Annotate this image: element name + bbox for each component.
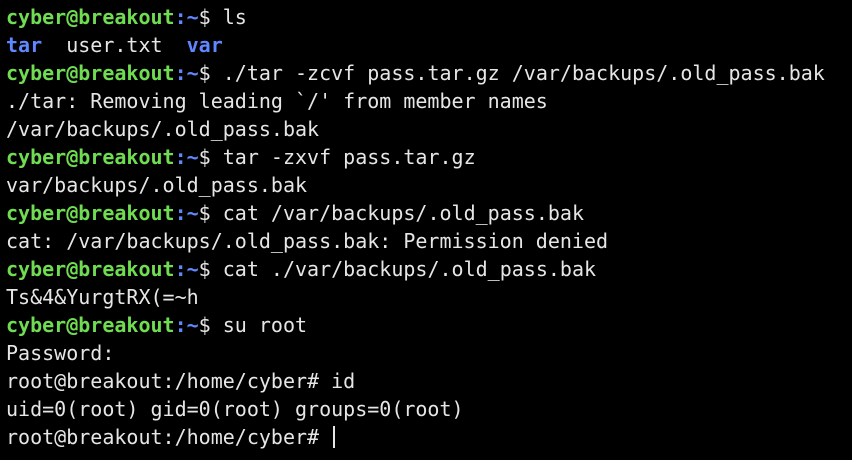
command-text: ls (222, 5, 247, 29)
ls-output-line: tar user.txt var (6, 31, 852, 59)
output-text: cat: /var/backups/.old_pass.bak: Permiss… (6, 229, 609, 253)
output-text: root@breakout:/home/cyber# id (6, 369, 356, 393)
output-text: root@breakout:/home/cyber# (6, 425, 332, 449)
prompt-user-host: cyber@breakout (6, 145, 175, 169)
output-text: Password: (6, 341, 115, 365)
prompt-symbol: $ (198, 257, 223, 281)
prompt-user-host: cyber@breakout (6, 5, 175, 29)
prompt-symbol: $ (198, 313, 223, 337)
command-text: su root (222, 313, 308, 337)
prompt-separator: : (174, 5, 187, 29)
output-line: uid=0(root) gid=0(root) groups=0(root) (6, 395, 852, 423)
prompt-separator: : (174, 201, 187, 225)
prompt-path: ~ (186, 61, 199, 85)
output-text: ./tar: Removing leading `/' from member … (6, 89, 548, 113)
output-line: Ts&4&YurgtRX(=~h (6, 283, 852, 311)
directory-entry: var (186, 33, 223, 57)
prompt-separator: : (174, 257, 187, 281)
terminal-window[interactable]: cyber@breakout:~$ ls tar user.txt var cybe… (0, 0, 852, 460)
output-line: ./tar: Removing leading `/' from member … (6, 87, 852, 115)
command-text: tar -zxvf pass.tar.gz (222, 145, 476, 169)
output-text: /var/backups/.old_pass.bak (6, 117, 320, 141)
prompt-path: ~ (186, 145, 199, 169)
prompt-separator: : (174, 313, 187, 337)
command-text: ./tar -zcvf pass.tar.gz /var/backups/.ol… (222, 61, 825, 85)
output-line: Password: (6, 339, 852, 367)
output-text: Ts&4&YurgtRX(=~h (6, 285, 199, 309)
prompt-user-host: cyber@breakout (6, 201, 175, 225)
prompt-user-host: cyber@breakout (6, 313, 175, 337)
prompt-path: ~ (186, 257, 199, 281)
output-line: root@breakout:/home/cyber# (6, 423, 852, 451)
output-line: cat: /var/backups/.old_pass.bak: Permiss… (6, 227, 852, 255)
output-line: var/backups/.old_pass.bak (6, 171, 852, 199)
directory-entry: tar (6, 33, 43, 57)
prompt-user-host: cyber@breakout (6, 61, 175, 85)
output-text: var/backups/.old_pass.bak (6, 173, 308, 197)
prompt-symbol: $ (198, 61, 223, 85)
prompt-separator: : (174, 145, 187, 169)
output-text: uid=0(root) gid=0(root) groups=0(root) (6, 397, 464, 421)
prompt-line: cyber@breakout:~$ su root (6, 311, 852, 339)
prompt-path: ~ (186, 5, 199, 29)
prompt-line: cyber@breakout:~$ cat /var/backups/.old_… (6, 199, 852, 227)
prompt-symbol: $ (198, 5, 223, 29)
prompt-path: ~ (186, 201, 199, 225)
prompt-symbol: $ (198, 201, 223, 225)
prompt-separator: : (174, 61, 187, 85)
prompt-line: cyber@breakout:~$ cat ./var/backups/.old… (6, 255, 852, 283)
prompt-line: cyber@breakout:~$ ls (6, 3, 852, 31)
output-line: /var/backups/.old_pass.bak (6, 115, 852, 143)
prompt-user-host: cyber@breakout (6, 257, 175, 281)
prompt-path: ~ (186, 313, 199, 337)
prompt-line: cyber@breakout:~$ tar -zxvf pass.tar.gz (6, 143, 852, 171)
command-text: cat ./var/backups/.old_pass.bak (222, 257, 597, 281)
text-cursor (333, 426, 336, 448)
prompt-line: cyber@breakout:~$ ./tar -zcvf pass.tar.g… (6, 59, 852, 87)
file-entry: user.txt (42, 33, 187, 57)
output-line: root@breakout:/home/cyber# id (6, 367, 852, 395)
prompt-symbol: $ (198, 145, 223, 169)
command-text: cat /var/backups/.old_pass.bak (222, 201, 584, 225)
